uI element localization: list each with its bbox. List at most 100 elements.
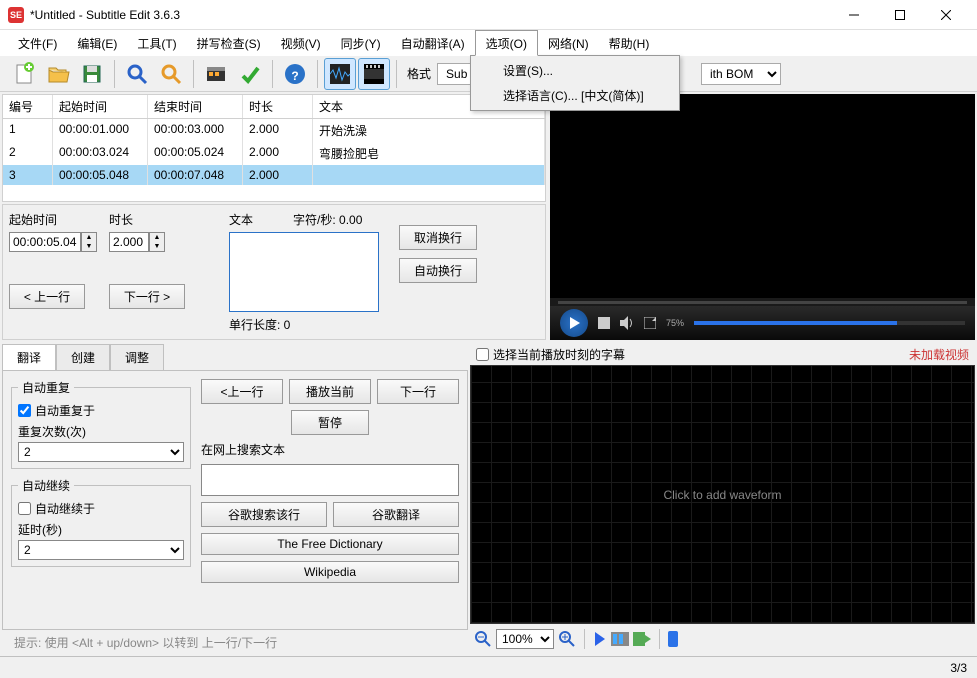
col-header-start[interactable]: 起始时间: [53, 95, 148, 118]
autobreak-button[interactable]: 自动换行: [399, 258, 477, 283]
menu-edit[interactable]: 编辑(E): [67, 30, 127, 56]
auto-continue-checkbox[interactable]: [18, 502, 31, 515]
waveform-area[interactable]: Click to add waveform: [470, 365, 975, 624]
waveform-header: 选择当前播放时刻的字幕 未加载视频: [470, 344, 975, 365]
chevron-up-icon[interactable]: ▲: [150, 233, 164, 242]
auto-repeat-checkbox[interactable]: [18, 404, 31, 417]
volume-icon[interactable]: [620, 316, 634, 330]
col-header-duration[interactable]: 时长: [243, 95, 313, 118]
web-search-input[interactable]: [201, 464, 459, 496]
visual-sync-icon[interactable]: [200, 58, 232, 90]
auto-repeat-legend: 自动重复: [18, 379, 74, 396]
encoding-select[interactable]: ith BOM: [701, 63, 781, 85]
menu-tools[interactable]: 工具(T): [127, 30, 186, 56]
col-header-num[interactable]: 编号: [3, 95, 53, 118]
subtitle-text-input[interactable]: [229, 232, 379, 312]
wf-jump-icon[interactable]: [633, 632, 651, 646]
video-display[interactable]: [550, 94, 975, 298]
google-line-button[interactable]: 谷歌搜索该行: [201, 502, 327, 527]
open-file-icon[interactable]: [42, 58, 74, 90]
waveform-toggle-icon[interactable]: [324, 58, 356, 90]
start-time-label: 起始时间: [9, 211, 109, 228]
delay-label: 延时(秒): [18, 521, 184, 538]
stop-icon[interactable]: [598, 317, 610, 329]
nav-prev-button[interactable]: <上一行: [201, 379, 283, 404]
auto-continue-legend: 自动继续: [18, 477, 74, 494]
tfd-button[interactable]: The Free Dictionary: [201, 533, 459, 555]
duration-input[interactable]: [109, 232, 149, 252]
status-counter: 3/3: [950, 661, 967, 675]
find-icon[interactable]: [121, 58, 153, 90]
list-body[interactable]: 100:00:01.00000:00:03.0002.000开始洗澡200:00…: [3, 119, 545, 201]
menu-file[interactable]: 文件(F): [8, 30, 67, 56]
edit-panel: 起始时间 ▲▼ < 上一行 时长 ▲▼ 下一行 >: [2, 204, 546, 340]
select-current-checkbox[interactable]: [476, 348, 489, 361]
start-time-input[interactable]: [9, 232, 81, 252]
waveform-toolbar: 100%: [470, 624, 975, 654]
zoom-in-icon[interactable]: [558, 630, 576, 648]
help-icon[interactable]: ?: [279, 58, 311, 90]
col-header-end[interactable]: 结束时间: [148, 95, 243, 118]
menu-help[interactable]: 帮助(H): [599, 30, 660, 56]
prev-line-button[interactable]: < 上一行: [9, 284, 85, 309]
video-progress-pct: 75%: [666, 318, 684, 328]
play-button[interactable]: [560, 309, 588, 337]
tab-translate[interactable]: 翻译: [2, 344, 56, 370]
volume-slider[interactable]: [694, 321, 965, 325]
dropdown-language[interactable]: 选择语言(C)... [中文(简体)]: [473, 83, 677, 108]
app-icon: SE: [8, 7, 24, 23]
menu-sync[interactable]: 同步(Y): [331, 30, 391, 56]
new-file-icon[interactable]: [8, 58, 40, 90]
delay-select[interactable]: 2: [18, 540, 184, 560]
waveform-slider[interactable]: [668, 631, 971, 647]
chevron-up-icon[interactable]: ▲: [82, 233, 96, 242]
chevron-down-icon[interactable]: ▼: [150, 242, 164, 251]
nav-next-button[interactable]: 下一行: [377, 379, 459, 404]
menu-spellcheck[interactable]: 拼写检查(S): [187, 30, 271, 56]
format-label: 格式: [403, 65, 435, 82]
wf-filmstrip-icon[interactable]: [611, 632, 629, 646]
duration-spinner[interactable]: ▲▼: [109, 232, 199, 252]
options-dropdown: 设置(S)... 选择语言(C)... [中文(简体)]: [470, 55, 680, 111]
menu-network[interactable]: 网络(N): [538, 30, 599, 56]
zoom-select[interactable]: 100%: [496, 629, 554, 649]
tab-adjust[interactable]: 调整: [110, 344, 164, 370]
bottom-row: 翻译 创建 调整 自动重复 自动重复于 重复次数(次) 2 自动继续 自动继续于…: [2, 344, 975, 654]
table-row[interactable]: 100:00:01.00000:00:03.0002.000开始洗澡: [3, 119, 545, 142]
fullscreen-icon[interactable]: [644, 317, 656, 329]
video-controls: 75%: [550, 306, 975, 340]
line-length-label: 单行长度: 0: [229, 316, 379, 333]
bottom-tabs: 翻译 创建 调整: [2, 344, 468, 370]
nav-pause-button[interactable]: 暂停: [291, 410, 369, 435]
chevron-down-icon[interactable]: ▼: [82, 242, 96, 251]
menu-options[interactable]: 选项(O): [475, 30, 538, 56]
spellcheck-icon[interactable]: [234, 58, 266, 90]
wf-play-icon[interactable]: [593, 632, 607, 646]
zoom-out-icon[interactable]: [474, 630, 492, 648]
svg-text:?: ?: [291, 69, 298, 83]
next-line-button[interactable]: 下一行 >: [109, 284, 185, 309]
google-translate-button[interactable]: 谷歌翻译: [333, 502, 459, 527]
wikipedia-button[interactable]: Wikipedia: [201, 561, 459, 583]
video-toggle-icon[interactable]: [358, 58, 390, 90]
unbreak-button[interactable]: 取消换行: [399, 225, 477, 250]
nav-play-button[interactable]: 播放当前: [289, 379, 371, 404]
start-time-spinner[interactable]: ▲▼: [9, 232, 109, 252]
close-button[interactable]: [923, 0, 969, 30]
tab-create[interactable]: 创建: [56, 344, 110, 370]
table-row[interactable]: 200:00:03.02400:00:05.0242.000弯腰捡肥皂: [3, 142, 545, 165]
replace-icon[interactable]: [155, 58, 187, 90]
dropdown-settings[interactable]: 设置(S)...: [473, 58, 677, 83]
minimize-button[interactable]: [831, 0, 877, 30]
video-pane: 75%: [550, 94, 975, 340]
menubar: 文件(F) 编辑(E) 工具(T) 拼写检查(S) 视频(V) 同步(Y) 自动…: [0, 30, 977, 56]
video-seekbar[interactable]: [558, 301, 967, 304]
maximize-button[interactable]: [877, 0, 923, 30]
save-file-icon[interactable]: [76, 58, 108, 90]
menu-video[interactable]: 视频(V): [271, 30, 331, 56]
repeat-count-select[interactable]: 2: [18, 442, 184, 462]
tab-content: 自动重复 自动重复于 重复次数(次) 2 自动继续 自动继续于 延时(秒) 2 …: [2, 370, 468, 630]
hint-bar: 提示: 使用 <Alt + up/down> 以转到 上一行/下一行: [2, 630, 468, 654]
menu-autotranslate[interactable]: 自动翻译(A): [391, 30, 475, 56]
table-row[interactable]: 300:00:05.04800:00:07.0482.000: [3, 165, 545, 185]
